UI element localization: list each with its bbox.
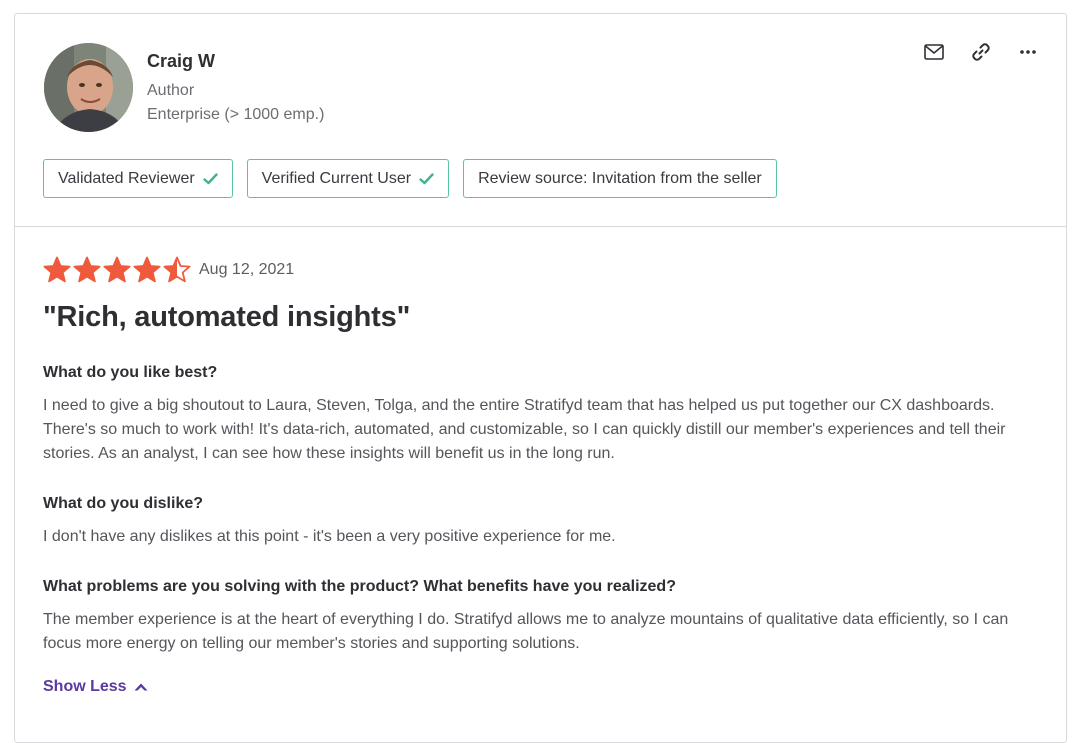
review-source-label: Review source: Invitation from the selle…	[478, 169, 762, 187]
review-body: Aug 12, 2021 "Rich, automated insights" …	[15, 227, 1066, 696]
show-less-button[interactable]: Show Less	[43, 678, 149, 696]
reviewer-header: Craig W Author Enterprise (> 1000 emp.)	[15, 14, 1066, 227]
avatar-photo	[44, 43, 133, 132]
more-icon	[1020, 50, 1036, 54]
show-less-label: Show Less	[43, 678, 127, 695]
review-date: Aug 12, 2021	[199, 261, 295, 278]
user-role: Author	[147, 82, 195, 99]
verified-user-label: Verified Current User	[261, 169, 412, 187]
review-source-badge[interactable]: Review source: Invitation from the selle…	[463, 159, 777, 198]
reviewer-badges: Validated Reviewer Verified Current User…	[43, 159, 777, 198]
review-actions	[924, 42, 1038, 62]
avatar[interactable]	[44, 43, 133, 132]
star-icon	[133, 256, 161, 283]
validated-reviewer-badge[interactable]: Validated Reviewer	[43, 159, 233, 198]
user-name[interactable]: Craig W	[147, 49, 324, 73]
review-title: "Rich, automated insights"	[43, 301, 411, 333]
mail-icon	[924, 44, 944, 60]
mail-button[interactable]	[924, 42, 944, 62]
answer-dislike: I don't have any dislikes at this point …	[43, 528, 616, 545]
user-company: Enterprise (> 1000 emp.)	[147, 106, 325, 123]
link-button[interactable]	[971, 42, 991, 62]
star-icon	[103, 256, 131, 283]
more-button[interactable]	[1018, 42, 1038, 62]
question-like-best: What do you like best?	[43, 364, 218, 381]
check-icon	[419, 172, 434, 185]
validated-reviewer-label: Validated Reviewer	[58, 169, 195, 187]
question-dislike: What do you dislike?	[43, 495, 204, 512]
verified-user-badge[interactable]: Verified Current User	[246, 159, 450, 198]
star-icon	[73, 256, 101, 283]
answer-like-best: I need to give a big shoutout to Laura, …	[43, 397, 1006, 462]
rating-row: Aug 12, 2021	[43, 255, 1038, 285]
user-info: Craig W Author Enterprise (> 1000 emp.)	[147, 49, 324, 127]
link-icon	[972, 43, 990, 61]
chevron-up-icon	[134, 683, 148, 691]
star-rating	[43, 256, 191, 284]
answer-problems: The member experience is at the heart of…	[43, 611, 1009, 652]
check-icon	[202, 172, 218, 185]
star-icon	[163, 256, 191, 283]
review-card: Craig W Author Enterprise (> 1000 emp.)	[14, 13, 1067, 743]
question-problems: What problems are you solving with the p…	[43, 578, 676, 595]
star-icon	[43, 256, 71, 283]
